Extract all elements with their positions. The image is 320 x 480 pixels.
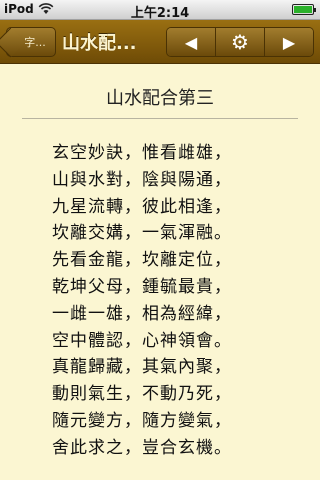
back-button[interactable]: 字... <box>6 27 56 57</box>
verse-line: 乾坤父母，鍾毓最貴， <box>52 276 232 297</box>
navigation-bar: 字... 山水配... ◀ ⚙ ▶ <box>0 20 320 64</box>
status-time: 上午2:14 <box>130 6 190 21</box>
verse-line: 真龍歸藏，其氣內聚， <box>52 357 232 378</box>
verse-line: 玄空妙訣，惟看雌雄， <box>52 143 232 163</box>
verse-line: 一雌一雄，相為經緯， <box>52 303 232 324</box>
title-divider <box>22 118 298 119</box>
verse-line: 山與水對，陰與陽通， <box>52 169 232 190</box>
verse-line: 舍此求之，豈合玄機。 <box>52 437 232 458</box>
status-bar: iPod 上午2:14 <box>0 0 320 21</box>
verse-list: 玄空妙訣，惟看雌雄， 山與水對，陰與陽通， 九星流轉，彼此相逢， 坎離交媾，一氣渾融。… <box>52 140 302 462</box>
verse-line: 先看金龍，坎離定位， <box>52 250 232 271</box>
verse-line: 九星流轉，彼此相逢， <box>52 196 232 217</box>
prev-arrow-icon: ◀ <box>184 32 198 52</box>
battery-icon <box>292 4 316 15</box>
gear-icon: ⚙ <box>231 30 249 54</box>
settings-button[interactable]: ⚙ <box>216 28 265 56</box>
next-arrow-icon: ▶ <box>282 32 296 52</box>
nav-segmented-control: ◀ ⚙ ▶ <box>166 27 314 57</box>
reading-pane[interactable]: 山水配合第三 玄空妙訣，惟看雌雄， 山與水對，陰與陽通， 九星流轉，彼此相逢， 坎離交… <box>0 64 320 480</box>
verse-line: 隨元變方，隨方變氣， <box>52 410 232 431</box>
chapter-title: 山水配合第三 <box>106 88 214 109</box>
prev-button[interactable]: ◀ <box>167 28 216 56</box>
nav-title: 山水配... <box>62 33 137 54</box>
verse-line: 空中體認，心神領會。 <box>52 330 232 351</box>
back-button-label: 字... <box>24 36 46 49</box>
verse-line: 坎離交媾，一氣渾融。 <box>52 223 232 244</box>
battery-fill <box>294 6 312 13</box>
verse-line: 動則氣生，不動乃死， <box>52 384 232 405</box>
next-button[interactable]: ▶ <box>265 28 313 56</box>
